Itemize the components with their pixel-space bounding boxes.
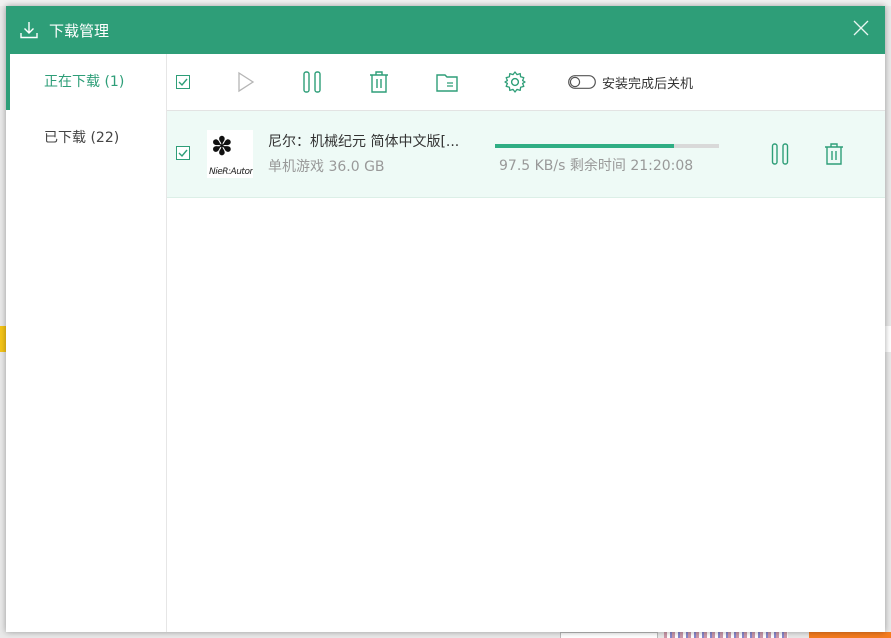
gear-icon — [504, 71, 526, 93]
pause-all-button[interactable] — [302, 70, 322, 94]
folder-icon — [436, 74, 458, 92]
close-icon[interactable] — [851, 18, 871, 38]
download-item-row[interactable]: ✽ NieR:Automata 尼尔：机械纪元 简体中文版[... 单机游戏 3… — [167, 111, 885, 198]
shutdown-after-install-toggle[interactable]: 安装完成后关机 — [568, 70, 693, 94]
background-button — [809, 632, 891, 638]
game-thumbnail: ✽ NieR:Automata — [207, 130, 253, 178]
background-image-strip — [664, 632, 788, 638]
progress-bar-fill — [495, 144, 675, 148]
select-all-checkbox[interactable] — [176, 70, 190, 94]
game-thumbnail-logo: NieR:Automata — [209, 167, 253, 177]
title-bar[interactable]: 下载管理 — [6, 6, 885, 54]
background-field — [560, 632, 658, 638]
pause-icon — [771, 143, 789, 165]
game-thumbnail-emblem: ✽ — [211, 132, 233, 162]
sidebar: 正在下载 (1) 已下载 (22) — [6, 54, 167, 632]
row-checkbox[interactable] — [176, 145, 190, 164]
toggle-switch-icon — [568, 75, 596, 89]
settings-button[interactable] — [503, 70, 527, 94]
checkbox-icon — [176, 146, 190, 160]
download-speed-remaining: 97.5 KB/s 剩余时间 21:20:08 — [499, 158, 694, 174]
progress-bar — [495, 144, 719, 148]
download-manager-dialog: 下载管理 正在下载 (1) 已下载 (22) 安装完成后关机 ✽ NieR:Au… — [6, 6, 885, 632]
download-icon — [20, 22, 38, 39]
trash-icon — [825, 143, 843, 165]
background-tag-right — [884, 326, 891, 352]
open-folder-button[interactable] — [435, 70, 459, 94]
game-title: 尼尔：机械纪元 简体中文版[... — [268, 134, 460, 150]
play-icon — [238, 71, 255, 93]
pause-icon — [303, 71, 321, 93]
sidebar-item-downloaded[interactable]: 已下载 (22) — [6, 110, 166, 166]
game-category-size: 单机游戏 36.0 GB — [268, 159, 385, 175]
row-delete-button[interactable] — [823, 142, 845, 170]
checkbox-icon — [176, 75, 190, 89]
delete-all-button[interactable] — [368, 70, 390, 94]
dialog-title: 下载管理 — [49, 21, 110, 40]
shutdown-toggle-label: 安装完成后关机 — [602, 76, 694, 92]
start-button[interactable] — [237, 70, 255, 94]
download-list-panel: 安装完成后关机 ✽ NieR:Automata 尼尔：机械纪元 简体中文版[..… — [167, 54, 885, 632]
toolbar: 安装完成后关机 — [167, 54, 885, 111]
row-pause-button[interactable] — [771, 142, 789, 170]
sidebar-item-downloading[interactable]: 正在下载 (1) — [6, 54, 166, 110]
trash-icon — [370, 71, 388, 93]
